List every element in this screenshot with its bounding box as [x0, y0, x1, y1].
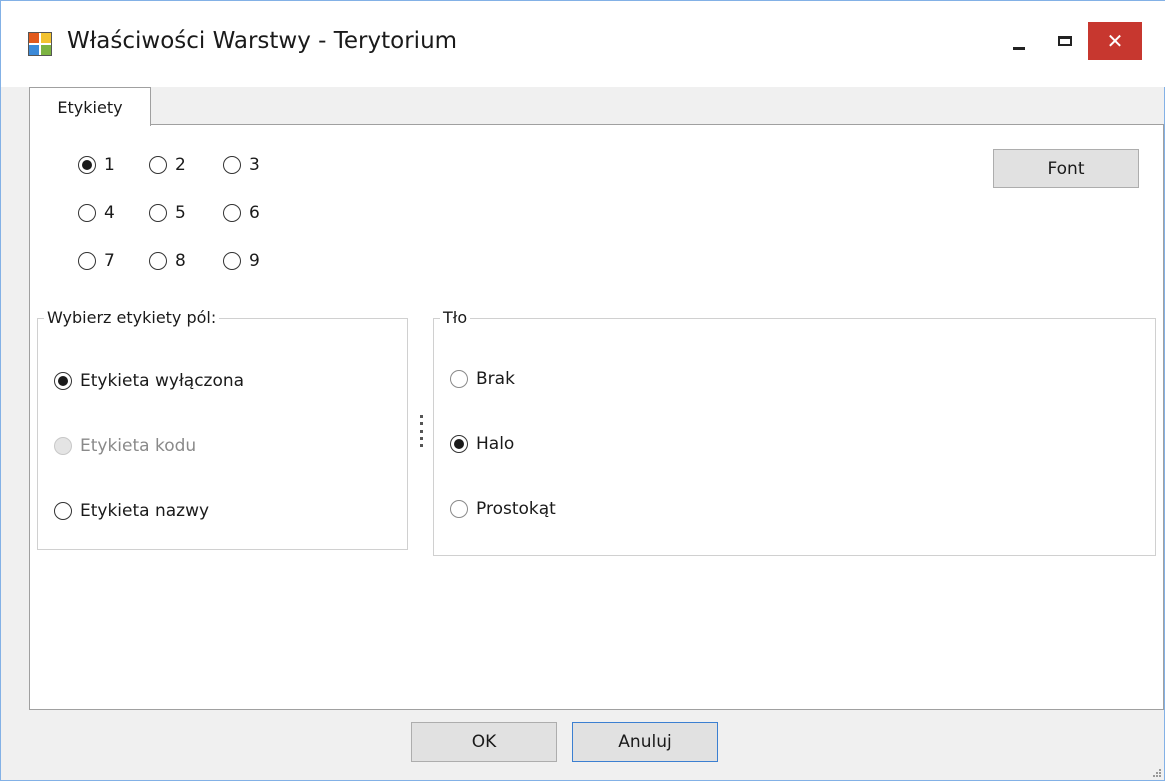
- radio-indicator: [78, 156, 96, 174]
- radio-indicator: [149, 204, 167, 222]
- radio-indicator: [223, 156, 241, 174]
- resize-grip-icon[interactable]: [1152, 768, 1162, 778]
- splitter-handle[interactable]: [420, 415, 423, 447]
- radio-label: 7: [104, 251, 115, 271]
- field-labels-legend: Wybierz etykiety pól:: [44, 308, 220, 327]
- radio-label: Brak: [476, 369, 515, 389]
- radio-label: 9: [249, 251, 260, 271]
- radio-label: Prostokąt: [476, 499, 556, 519]
- layer-properties-app-icon: [28, 32, 52, 56]
- font-button[interactable]: Font: [993, 149, 1139, 188]
- dialog-window: Właściwości Warstwy - Terytorium ✕ Etyki…: [0, 0, 1166, 781]
- position-radio-6[interactable]: 6: [223, 203, 260, 223]
- label-off-radio[interactable]: Etykieta wyłączona: [54, 371, 244, 391]
- ok-button[interactable]: OK: [411, 722, 557, 762]
- background-rectangle-radio[interactable]: Prostokąt: [450, 499, 556, 519]
- position-radio-4[interactable]: 4: [78, 203, 115, 223]
- radio-indicator: [78, 252, 96, 270]
- window-title: Właściwości Warstwy - Terytorium: [67, 28, 458, 54]
- radio-label: Etykieta kodu: [80, 436, 197, 456]
- position-radio-5[interactable]: 5: [149, 203, 186, 223]
- position-radio-7[interactable]: 7: [78, 251, 115, 271]
- radio-indicator: [149, 252, 167, 270]
- radio-indicator: [54, 372, 72, 390]
- radio-indicator: [149, 156, 167, 174]
- minimize-button[interactable]: [996, 22, 1042, 60]
- radio-indicator: [450, 500, 468, 518]
- position-radio-3[interactable]: 3: [223, 155, 260, 175]
- position-radio-1[interactable]: 1: [78, 155, 115, 175]
- code-label-radio: Etykieta kodu: [54, 436, 196, 456]
- title-bar[interactable]: Właściwości Warstwy - Terytorium ✕: [1, 1, 1166, 87]
- radio-indicator: [54, 437, 72, 455]
- radio-label: 1: [104, 155, 115, 175]
- position-radio-8[interactable]: 8: [149, 251, 186, 271]
- radio-indicator: [450, 370, 468, 388]
- radio-indicator: [450, 435, 468, 453]
- radio-indicator: [223, 252, 241, 270]
- radio-label: Halo: [476, 434, 515, 454]
- name-label-radio[interactable]: Etykieta nazwy: [54, 501, 209, 521]
- field-labels-group: Wybierz etykiety pól: Etykieta wyłączona…: [37, 308, 408, 550]
- minimize-icon: [1013, 46, 1025, 50]
- close-icon: ✕: [1106, 29, 1124, 53]
- radio-indicator: [78, 204, 96, 222]
- cancel-button[interactable]: Anuluj: [572, 722, 718, 762]
- background-group: Tło Brak Halo Prostokąt: [433, 308, 1156, 556]
- background-legend: Tło: [440, 308, 471, 327]
- radio-label: Etykieta nazwy: [80, 501, 210, 521]
- maximize-icon: [1058, 36, 1072, 46]
- tab-strip: Etykiety: [29, 87, 1164, 126]
- position-radio-9[interactable]: 9: [223, 251, 260, 271]
- radio-label: 3: [249, 155, 260, 175]
- background-none-radio[interactable]: Brak: [450, 369, 515, 389]
- close-button[interactable]: ✕: [1088, 22, 1142, 60]
- position-radio-2[interactable]: 2: [149, 155, 186, 175]
- background-halo-radio[interactable]: Halo: [450, 434, 514, 454]
- maximize-button[interactable]: [1042, 22, 1088, 60]
- radio-label: 2: [175, 155, 186, 175]
- radio-label: 4: [104, 203, 115, 223]
- radio-indicator: [54, 502, 72, 520]
- radio-label: 5: [175, 203, 186, 223]
- tab-etykiety[interactable]: Etykiety: [29, 87, 151, 126]
- radio-label: 8: [175, 251, 186, 271]
- radio-indicator: [223, 204, 241, 222]
- radio-label: Etykieta wyłączona: [80, 371, 245, 391]
- radio-label: 6: [249, 203, 260, 223]
- tab-panel-etykiety: 1 2 3 4 5 6 7 8 9 Font Wybierz etykiety …: [29, 124, 1164, 710]
